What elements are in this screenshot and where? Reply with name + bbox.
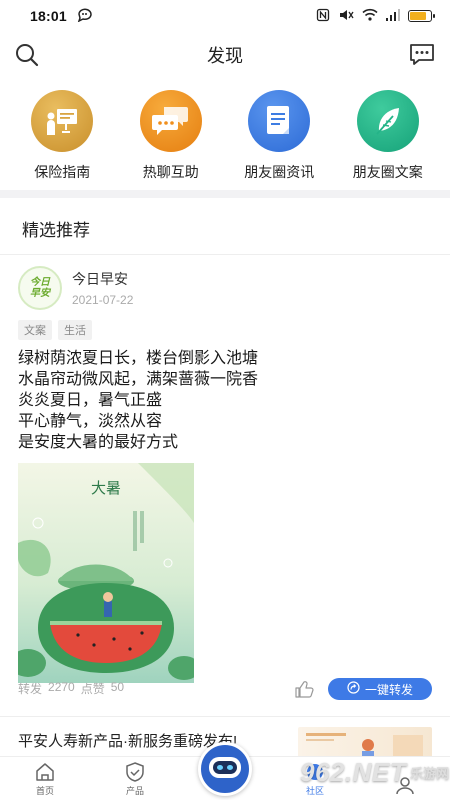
news-headline[interactable]: 平安人寿新产品·新服务重磅发布! — [18, 730, 237, 751]
avatar[interactable]: 今日 早安 — [18, 266, 62, 310]
quick-entry-label: 热聊互助 — [142, 164, 199, 180]
quick-entry-insurance-guide[interactable]: 保险指南 — [10, 86, 114, 186]
quick-entry-label: 朋友圈文案 — [352, 164, 423, 180]
signal-icon — [386, 8, 400, 24]
post-tags: 文案 生活 — [18, 320, 432, 340]
divider — [0, 254, 450, 255]
share-button-label: 一键转发 — [364, 682, 413, 697]
home-icon — [34, 762, 56, 784]
chat-notification-icon — [77, 8, 93, 25]
post-date: 2021-07-22 — [72, 293, 134, 307]
quick-entry-row: 保险指南 热聊互助 朋友圈资讯 朋友圈文案 — [0, 86, 450, 186]
section-separator — [0, 190, 450, 198]
quick-entry-moments-news[interactable]: 朋友圈资讯 — [227, 86, 331, 186]
post-stats: 转发 2270 点赞 50 — [18, 680, 124, 697]
post-line: 平心静气，淡然从容 — [18, 413, 163, 430]
shield-icon — [124, 762, 146, 784]
featured-section-title: 精选推荐 — [22, 221, 90, 240]
discover-page: 18:01 发现 保险指南 热聊互助 朋友圈资讯 朋友圈文案 精选推荐 今日 早… — [0, 0, 450, 800]
robot-assistant-button[interactable] — [198, 742, 252, 796]
shares-label: 转发 — [18, 682, 43, 696]
post-line: 是安度大暑的最好方式 — [18, 434, 179, 451]
post-line: 绿树荫浓夏日长，楼台倒影入池塘 — [18, 350, 259, 367]
shares-count: 2270 — [48, 680, 75, 694]
post-author-meta: 今日早安 2021-07-22 — [72, 269, 133, 307]
quick-entry-hot-chat[interactable]: 热聊互助 — [119, 86, 223, 186]
post-author-row: 今日 早安 今日早安 2021-07-22 — [18, 266, 432, 310]
status-icons — [316, 8, 435, 25]
featured-post[interactable]: 今日 早安 今日早安 2021-07-22 文案 生活 绿树荫浓夏日长，楼台倒影… — [10, 266, 432, 683]
page-title: 发现 — [207, 46, 243, 66]
site-watermark: 962.NET 乐游网 — [300, 752, 450, 792]
post-image[interactable]: 大暑 — [10, 463, 200, 683]
tab-home[interactable]: 首页 — [0, 757, 90, 800]
chat-icon — [139, 90, 202, 152]
share-icon — [347, 681, 360, 697]
battery-icon — [408, 10, 435, 22]
search-icon[interactable] — [14, 42, 40, 68]
feather-icon — [356, 90, 419, 152]
post-line: 炎炎夏日，暑气正盛 — [18, 392, 163, 409]
likes-count: 50 — [110, 680, 125, 694]
document-icon — [248, 90, 311, 152]
tab-label: 产品 — [125, 786, 144, 796]
robot-icon — [206, 752, 244, 787]
quick-entry-label: 保险指南 — [34, 164, 91, 180]
presentation-icon — [31, 90, 94, 152]
top-header: 发现 — [0, 32, 450, 78]
post-tag[interactable]: 生活 — [58, 320, 92, 340]
thumbs-up-icon[interactable] — [294, 680, 314, 698]
post-image-title: 大暑 — [91, 479, 121, 497]
watermark-subtext: 乐游网 — [410, 765, 450, 781]
one-click-share-button[interactable]: 一键转发 — [328, 678, 432, 700]
mute-icon — [338, 8, 354, 25]
status-bar: 18:01 — [0, 0, 450, 32]
post-author-name[interactable]: 今日早安 — [72, 269, 133, 289]
quick-entry-moments-copy[interactable]: 朋友圈文案 — [336, 86, 440, 186]
battery-level — [410, 12, 426, 20]
tab-label: 首页 — [35, 786, 54, 796]
tab-products[interactable]: 产品 — [90, 757, 180, 800]
wifi-icon — [362, 8, 378, 24]
post-line: 水晶帘动微风起，满架蔷薇一院香 — [18, 371, 259, 388]
status-time: 18:01 — [30, 8, 67, 24]
avatar-text-line: 今日 — [30, 277, 50, 288]
likes-label: 点赞 — [80, 682, 105, 696]
watermark-text: 962.NET — [300, 756, 407, 787]
post-body: 绿树荫浓夏日长，楼台倒影入池塘 水晶帘动微风起，满架蔷薇一院香 炎炎夏日，暑气正… — [18, 348, 432, 453]
quick-entry-label: 朋友圈资讯 — [244, 164, 315, 180]
message-icon[interactable] — [408, 42, 436, 68]
divider — [0, 716, 450, 717]
avatar-text-line: 早安 — [30, 288, 50, 299]
nfc-icon — [316, 8, 330, 25]
post-tag[interactable]: 文案 — [18, 320, 52, 340]
